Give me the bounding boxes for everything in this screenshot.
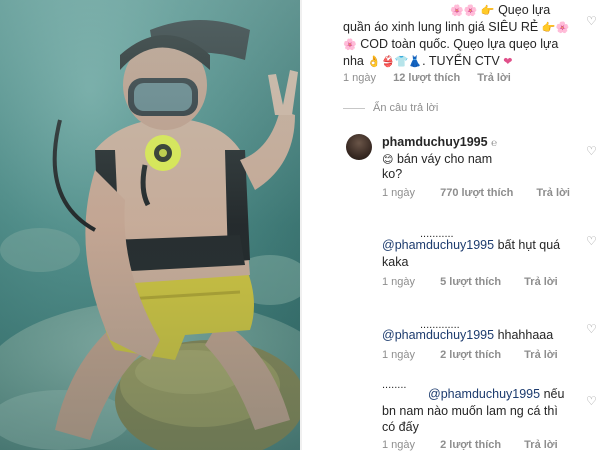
pointing-hand-emoji: 👉🌸 — [541, 22, 570, 34]
heart-outline-icon[interactable]: ♡ — [586, 323, 597, 335]
reply-2-line-2: kaka — [382, 255, 409, 269]
reply-1-line-3: ko? — [382, 167, 403, 181]
reply-button[interactable]: Trả lời — [536, 187, 570, 199]
reply-3-line-1: @phamduchuy1995 hhahhaaa — [382, 328, 554, 342]
comment-time: 1 ngày — [343, 72, 377, 84]
reply-1-meta: 1 ngày 770 lượt thích Trả lời — [382, 187, 570, 199]
heart-emoji: ❤ — [503, 56, 513, 68]
pointing-hand-emoji: 👉 — [480, 5, 495, 17]
reply-username[interactable]: phamduchuy1995 — [382, 135, 488, 149]
comment-line-2: quần áo xinh lung linh giá SIÊU RẺ 👉🌸 — [343, 20, 570, 34]
reply-2-line-1: @phamduchuy1995 bất hụt quá — [382, 238, 561, 252]
reply-time: 1 ngày — [382, 349, 416, 361]
smile-emoji: 😊 — [382, 154, 394, 166]
reply-likes[interactable]: 5 lượt thích — [440, 276, 501, 288]
hide-replies-bar — [343, 107, 365, 109]
reply-button[interactable]: Trả lời — [477, 72, 511, 84]
reply-2-meta: 1 ngày 5 lượt thích Trả lời — [382, 276, 558, 288]
reply-likes[interactable]: 770 lượt thích — [440, 187, 513, 199]
reply-time: 1 ngày — [382, 439, 416, 451]
hide-replies-toggle[interactable]: Ẩn câu trả lời — [343, 102, 438, 114]
comment-likes[interactable]: 12 lượt thích — [393, 72, 460, 84]
reply-4-meta: 1 ngày 2 lượt thích Trả lời — [382, 439, 558, 451]
heart-outline-icon[interactable]: ♡ — [586, 395, 597, 407]
heart-outline-icon[interactable]: ♡ — [586, 235, 597, 247]
comments-panel: 🌸🌸 👉 Quẹo lựa ♡ quần áo xinh lung linh g… — [302, 0, 600, 451]
comment-line-1: 🌸🌸 👉 Quẹo lựa — [450, 2, 550, 20]
reply-button[interactable]: Trả lời — [524, 276, 558, 288]
comment-text: Quẹo lựa — [498, 3, 551, 17]
reply-button[interactable]: Trả lời — [524, 349, 558, 361]
heart-outline-icon[interactable]: ♡ — [586, 145, 597, 157]
mention-link[interactable]: @phamduchuy1995 — [382, 238, 494, 252]
reply-likes[interactable]: 2 lượt thích — [440, 439, 501, 451]
reply-4-line-3: có đấy — [382, 420, 419, 434]
heart-outline-icon[interactable]: ♡ — [586, 15, 597, 27]
reply-4-line-1: @phamduchuy1995 nếu — [428, 387, 565, 401]
comment-line-4: nha 👌👙👕👗. TUYỂN CTV ❤ — [343, 54, 513, 68]
comment-meta: 1 ngày 12 lượt thích Trả lời — [343, 72, 511, 84]
reply-likes[interactable]: 2 lượt thích — [440, 349, 501, 361]
reply-time: 1 ngày — [382, 276, 416, 288]
reply-1-line-1: phamduchuy1995 ℮ — [382, 134, 497, 152]
cherry-blossom-emoji: 🌸🌸 — [450, 5, 478, 17]
comment-line-3: 🌸 COD toàn quốc. Quẹo lựa quẹo lựa — [343, 37, 559, 51]
reply-button[interactable]: Trả lời — [524, 439, 558, 451]
clothing-emoji: 👌👙👕👗 — [367, 56, 423, 68]
reply-3-meta: 1 ngày 2 lượt thích Trả lời — [382, 349, 558, 361]
cherry-blossom-emoji: 🌸 — [343, 39, 357, 51]
badge-icon: ℮ — [491, 138, 498, 149]
avatar[interactable] — [346, 134, 372, 160]
reply-4-line-2: bn nam nào muốn lam ng cá thì — [382, 404, 558, 418]
mention-link[interactable]: @phamduchuy1995 — [428, 387, 540, 401]
post-photo: 15 — [0, 0, 300, 450]
mention-link[interactable]: @phamduchuy1995 — [382, 328, 494, 342]
reply-time: 1 ngày — [382, 187, 416, 199]
water-haze — [0, 0, 300, 450]
